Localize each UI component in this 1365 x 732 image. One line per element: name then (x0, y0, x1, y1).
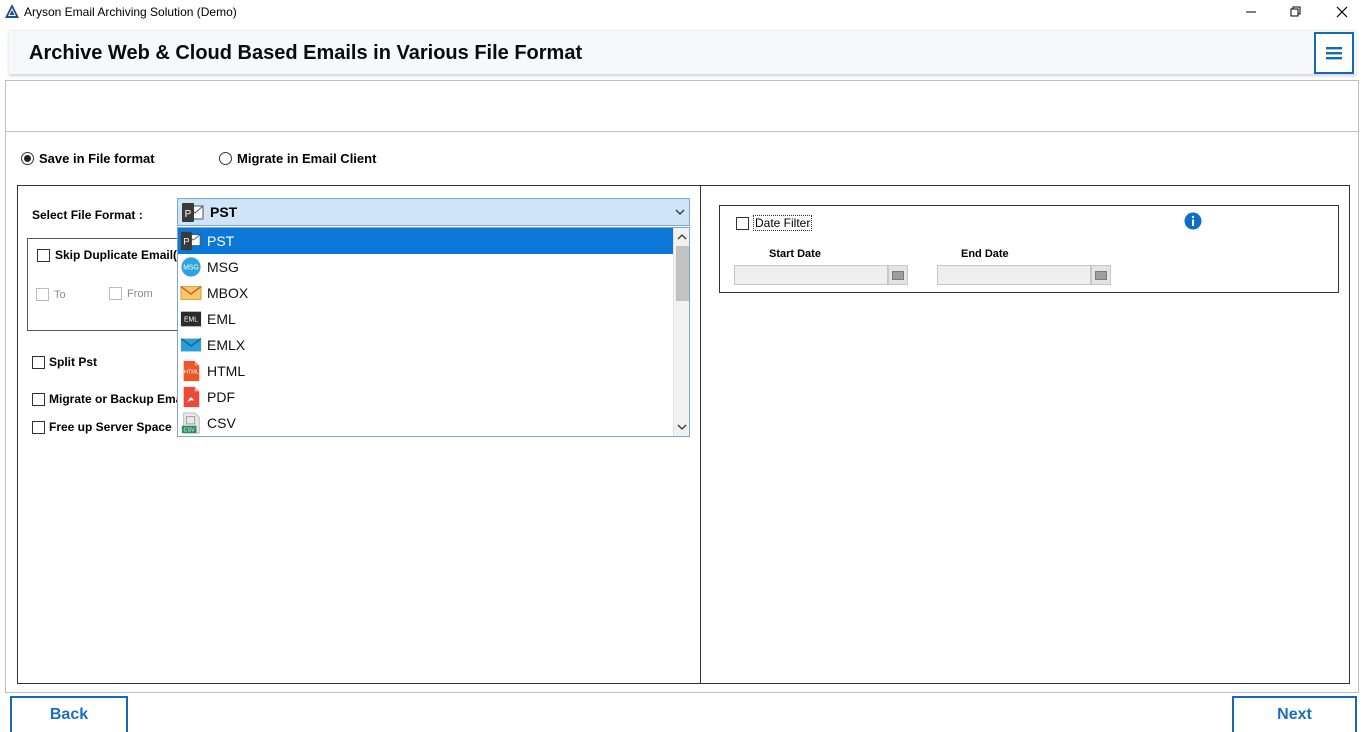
pst-icon: P (182, 203, 204, 222)
scrollbar-thumb[interactable] (676, 246, 689, 301)
free-up-server-space-checkbox[interactable] (32, 420, 45, 434)
svg-text:P: P (185, 209, 192, 220)
close-button[interactable] (1319, 0, 1365, 24)
save-in-file-format-label: Save in File format (39, 151, 155, 166)
calendar-icon (1095, 270, 1107, 280)
svg-text:HTML: HTML (184, 370, 199, 376)
window-title: Aryson Email Archiving Solution (Demo) (24, 5, 237, 19)
end-date-label: End Date (961, 248, 1009, 260)
format-option-label: EMLX (207, 337, 246, 353)
pdf-icon (183, 386, 200, 408)
title-bar: Aryson Email Archiving Solution (Demo) (0, 0, 1365, 24)
free-up-server-space-label: Free up Server Space (49, 420, 172, 434)
svg-text:CSV: CSV (184, 428, 196, 434)
migrate-backup-checkbox-row[interactable]: Migrate or Backup Ema (32, 392, 182, 406)
to-label: To (54, 288, 66, 301)
format-option-label: HTML (207, 363, 246, 379)
selected-format-value: PST (210, 204, 238, 220)
minimize-button[interactable] (1228, 0, 1274, 24)
calendar-icon (892, 270, 904, 280)
split-pst-checkbox-row[interactable]: Split Pst (32, 355, 97, 369)
svg-text:P: P (183, 237, 189, 247)
migrate-backup-checkbox[interactable] (32, 392, 45, 406)
split-pst-label: Split Pst (49, 355, 98, 369)
chevron-down-icon (675, 209, 685, 215)
end-date-input (937, 265, 1091, 285)
app-logo-icon (5, 4, 19, 18)
select-file-format-label: Select File Format : (32, 208, 143, 222)
radio-button[interactable] (219, 152, 232, 165)
file-format-dropdown-list: P PST MSG MSG MBOX EML EML EMLX HTML HTM… (177, 227, 690, 437)
skip-duplicate-checkbox-row[interactable]: Skip Duplicate Email(s (37, 248, 184, 262)
divider (5, 131, 1359, 132)
mbox-icon (180, 285, 202, 300)
restore-button[interactable] (1273, 0, 1319, 24)
from-checkbox-row: From (109, 287, 153, 300)
eml-icon: EML (180, 311, 202, 327)
scroll-down-icon[interactable] (677, 424, 687, 431)
from-label: From (127, 287, 153, 300)
format-option-pdf[interactable]: PDF (178, 384, 673, 410)
radio-button[interactable] (21, 152, 34, 165)
date-filter-label: Date Filter (753, 215, 813, 231)
menu-button[interactable] (1314, 32, 1354, 74)
next-button[interactable]: Next (1232, 696, 1357, 732)
format-option-label: PDF (207, 389, 235, 405)
save-in-file-format-radio[interactable]: Save in File format (21, 151, 155, 166)
format-option-html[interactable]: HTML HTML (178, 358, 673, 384)
format-option-emlx[interactable]: EMLX (178, 332, 673, 358)
format-option-label: MSG (207, 259, 239, 275)
end-date-picker-button (1091, 265, 1111, 285)
format-option-label: EML (207, 311, 236, 327)
format-option-csv[interactable]: CSV CSV (178, 410, 673, 436)
date-filter-checkbox[interactable] (736, 216, 749, 230)
page-title: Archive Web & Cloud Based Emails in Vari… (29, 42, 583, 64)
format-option-label: CSV (207, 415, 236, 431)
pst-icon: P (180, 231, 201, 251)
format-option-eml[interactable]: EML EML (178, 306, 673, 332)
scroll-up-icon[interactable] (677, 233, 687, 240)
migrate-backup-label: Migrate or Backup Ema (49, 392, 183, 406)
format-option-label: PST (207, 233, 235, 249)
format-option-label: MBOX (207, 285, 249, 301)
migrate-in-email-client-radio[interactable]: Migrate in Email Client (219, 151, 376, 166)
divider (5, 692, 1359, 693)
start-date-picker-button (888, 265, 908, 285)
skip-duplicate-label: Skip Duplicate Email(s (55, 248, 184, 262)
from-checkbox (109, 287, 122, 300)
start-date-label: Start Date (769, 248, 821, 260)
header-banner: Archive Web & Cloud Based Emails in Vari… (9, 30, 1356, 74)
format-option-msg[interactable]: MSG MSG (178, 254, 673, 280)
restore-icon (1290, 6, 1301, 17)
to-checkbox-row: To (36, 288, 66, 301)
migrate-in-email-client-label: Migrate in Email Client (237, 151, 377, 166)
split-pst-checkbox[interactable] (32, 355, 45, 369)
info-icon[interactable] (1184, 212, 1202, 230)
format-option-mbox[interactable]: MBOX (178, 280, 673, 306)
free-up-server-space-checkbox-row[interactable]: Free up Server Space (32, 420, 172, 434)
close-icon (1336, 6, 1348, 18)
date-filter-checkbox-row[interactable]: Date Filter (736, 215, 813, 231)
msg-icon: MSG (181, 257, 201, 277)
html-icon: HTML (183, 360, 200, 382)
hamburger-menu-icon (1326, 47, 1342, 60)
minimize-icon (1246, 11, 1256, 13)
csv-icon: CSV (181, 412, 200, 434)
emlx-icon (180, 338, 202, 352)
to-checkbox (36, 288, 49, 301)
skip-duplicate-checkbox[interactable] (37, 248, 50, 262)
svg-text:MSG: MSG (183, 265, 199, 272)
file-format-combobox[interactable]: P PST (177, 198, 690, 226)
format-option-pst[interactable]: P PST (178, 228, 673, 254)
back-button[interactable]: Back (10, 696, 128, 732)
start-date-input (734, 265, 888, 285)
dropdown-scrollbar[interactable] (673, 228, 689, 436)
svg-text:EML: EML (184, 317, 198, 324)
